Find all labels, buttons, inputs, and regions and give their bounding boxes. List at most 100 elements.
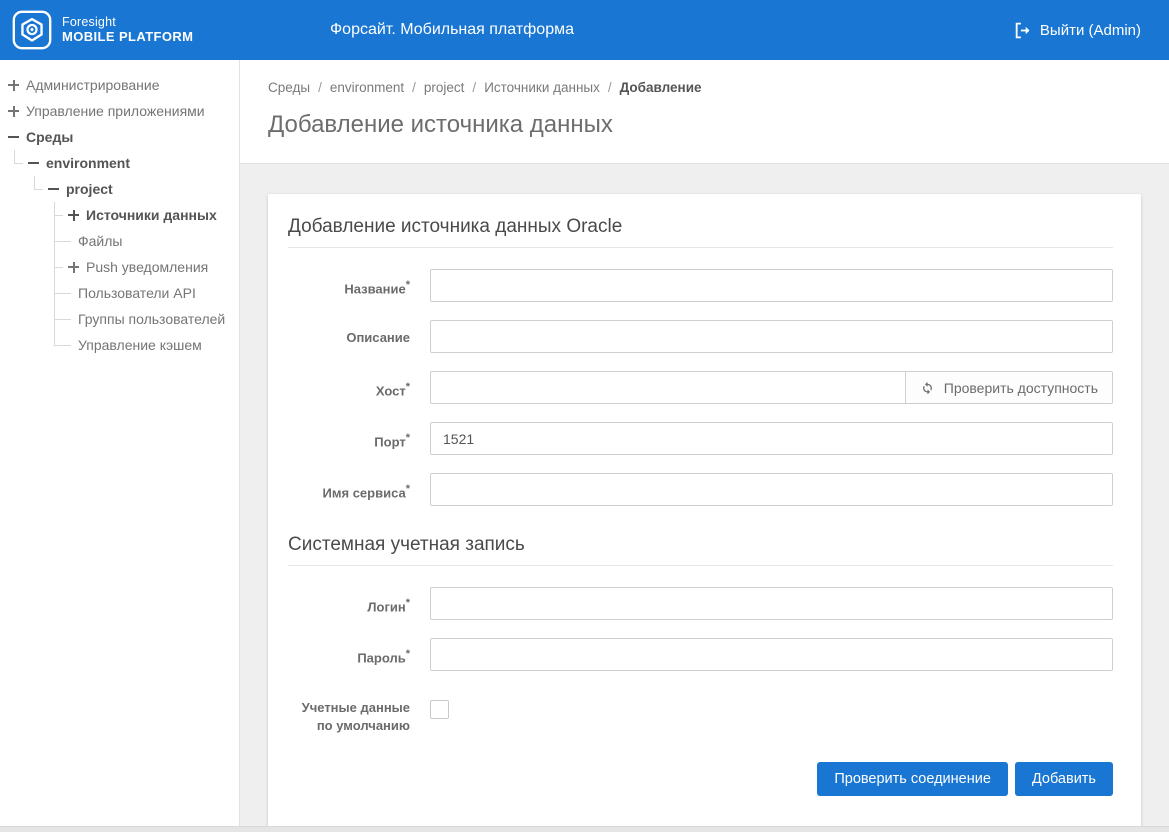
sidebar-node-administration[interactable]: Администрирование xyxy=(8,72,239,98)
sidebar-node-user-groups[interactable]: Группы пользователей xyxy=(68,306,239,332)
expand-icon[interactable] xyxy=(8,106,19,117)
sidebar-item-label: Файлы xyxy=(78,233,122,249)
logo-text: Foresight MOBILE PLATFORM xyxy=(62,15,193,44)
logout-icon xyxy=(1014,22,1031,39)
page-title: Добавление источника данных xyxy=(268,111,1141,139)
sidebar-node-files[interactable]: Файлы xyxy=(68,228,239,254)
logout-button[interactable]: Выйти (Admin) xyxy=(1014,0,1141,60)
form-row-service-name: Имя сервиса* xyxy=(288,473,1113,506)
sidebar-item-label: Группы пользователей xyxy=(78,311,225,327)
section-title-system-account: Системная учетная запись xyxy=(288,534,1113,566)
horizontal-scrollbar[interactable] xyxy=(0,826,1169,832)
breadcrumb-item-current: Добавление xyxy=(620,80,702,95)
sidebar-item-api-users: Пользователи API xyxy=(68,280,239,306)
form-row-name: Название* xyxy=(288,269,1113,302)
page-header: Среды / environment / project / Источник… xyxy=(240,60,1169,164)
sidebar-item-administration: Администрирование xyxy=(8,72,239,98)
description-input[interactable] xyxy=(430,320,1113,353)
required-mark: * xyxy=(406,648,410,660)
form-row-password: Пароль* xyxy=(288,638,1113,671)
foresight-logo-icon xyxy=(12,10,52,50)
nav-subtree: project Источники данных xyxy=(28,176,239,358)
main-area: Среды / environment / project / Источник… xyxy=(240,60,1169,832)
breadcrumb-separator: / xyxy=(472,80,476,95)
required-mark: * xyxy=(406,483,410,495)
sidebar-item-label: Среды xyxy=(26,129,73,145)
password-label: Пароль* xyxy=(288,638,410,667)
check-availability-label: Проверить доступность xyxy=(944,380,1098,396)
breadcrumb-item-project[interactable]: project xyxy=(424,80,465,95)
default-credentials-checkbox[interactable] xyxy=(430,700,449,719)
sidebar-node-project[interactable]: project xyxy=(48,176,239,202)
description-label: Описание xyxy=(288,320,410,347)
breadcrumb: Среды / environment / project / Источник… xyxy=(268,80,1141,95)
name-input[interactable] xyxy=(430,269,1113,302)
sidebar-item-data-sources: Источники данных xyxy=(68,202,239,228)
login-label: Логин* xyxy=(288,587,410,616)
nav-subtree: environment project xyxy=(8,150,239,358)
form-row-host: Хост* Проверить доступность xyxy=(288,371,1113,404)
sidebar-item-label: Управление приложениями xyxy=(26,103,205,119)
sidebar-node-environments[interactable]: Среды xyxy=(8,124,239,150)
sidebar-item-push-notifications: Push уведомления xyxy=(68,254,239,280)
sidebar-item-label: Push уведомления xyxy=(86,259,208,275)
test-connection-button[interactable]: Проверить соединение xyxy=(817,762,1008,796)
login-input[interactable] xyxy=(430,587,1113,620)
sidebar-node-app-management[interactable]: Управление приложениями xyxy=(8,98,239,124)
sidebar-item-label: Пользователи API xyxy=(78,285,196,301)
breadcrumb-separator: / xyxy=(412,80,416,95)
collapse-icon[interactable] xyxy=(8,132,19,143)
breadcrumb-item-environment[interactable]: environment xyxy=(330,80,404,95)
sidebar-item-label: Источники данных xyxy=(86,207,217,223)
password-input[interactable] xyxy=(430,638,1113,671)
sidebar-node-api-users[interactable]: Пользователи API xyxy=(68,280,239,306)
sidebar-item-cache-management: Управление кэшем xyxy=(68,332,239,358)
logo-product: MOBILE PLATFORM xyxy=(62,30,193,45)
form-actions: Проверить соединение Добавить xyxy=(288,762,1113,796)
sidebar-item-user-groups: Группы пользователей xyxy=(68,306,239,332)
form-card: Добавление источника данных Oracle Назва… xyxy=(268,194,1141,832)
required-mark: * xyxy=(406,432,410,444)
collapse-icon[interactable] xyxy=(28,158,39,169)
required-mark: * xyxy=(406,381,410,393)
name-label: Название* xyxy=(288,269,410,298)
sidebar-item-app-management: Управление приложениями xyxy=(8,98,239,124)
sidebar-nav: Администрирование Управление приложениям… xyxy=(0,60,240,832)
required-mark: * xyxy=(406,597,410,609)
check-availability-button[interactable]: Проверить доступность xyxy=(905,372,1112,403)
sidebar-item-environment: environment project xyxy=(28,150,239,358)
host-input-group: Проверить доступность xyxy=(430,371,1113,404)
add-button[interactable]: Добавить xyxy=(1015,762,1113,796)
form-row-default-credentials: Учетные данные по умолчанию xyxy=(288,695,1113,734)
service-name-input[interactable] xyxy=(430,473,1113,506)
collapse-icon[interactable] xyxy=(48,184,59,195)
expand-icon[interactable] xyxy=(68,210,79,221)
sidebar-item-label: environment xyxy=(46,155,130,171)
sidebar-node-cache-management[interactable]: Управление кэшем xyxy=(68,332,239,358)
form-row-port: Порт* xyxy=(288,422,1113,455)
sidebar-item-files: Файлы xyxy=(68,228,239,254)
sidebar-item-project: project Источники данных xyxy=(48,176,239,358)
sidebar-item-label: Администрирование xyxy=(26,77,160,93)
breadcrumb-separator: / xyxy=(318,80,322,95)
logo-brand: Foresight xyxy=(62,15,193,29)
app-logo[interactable]: Foresight MOBILE PLATFORM xyxy=(0,10,193,50)
form-row-login: Логин* xyxy=(288,587,1113,620)
section-title-oracle: Добавление источника данных Oracle xyxy=(288,216,1113,248)
app-title: Форсайт. Мобильная платформа xyxy=(330,0,574,60)
app-header: Foresight MOBILE PLATFORM Форсайт. Мобил… xyxy=(0,0,1169,60)
sync-icon xyxy=(920,380,935,395)
expand-icon[interactable] xyxy=(8,80,19,91)
sidebar-node-environment[interactable]: environment xyxy=(28,150,239,176)
sidebar-item-label: Управление кэшем xyxy=(78,337,202,353)
breadcrumb-item-data-sources[interactable]: Источники данных xyxy=(484,80,600,95)
content-area: Добавление источника данных Oracle Назва… xyxy=(240,164,1169,832)
sidebar-node-push-notifications[interactable]: Push уведомления xyxy=(68,254,239,280)
breadcrumb-item-environments[interactable]: Среды xyxy=(268,80,310,95)
nav-subtree: Источники данных Файлы xyxy=(48,202,239,358)
host-label: Хост* xyxy=(288,371,410,400)
expand-icon[interactable] xyxy=(68,262,79,273)
port-input[interactable] xyxy=(430,422,1113,455)
sidebar-node-data-sources[interactable]: Источники данных xyxy=(68,202,239,228)
host-input[interactable] xyxy=(431,372,905,403)
